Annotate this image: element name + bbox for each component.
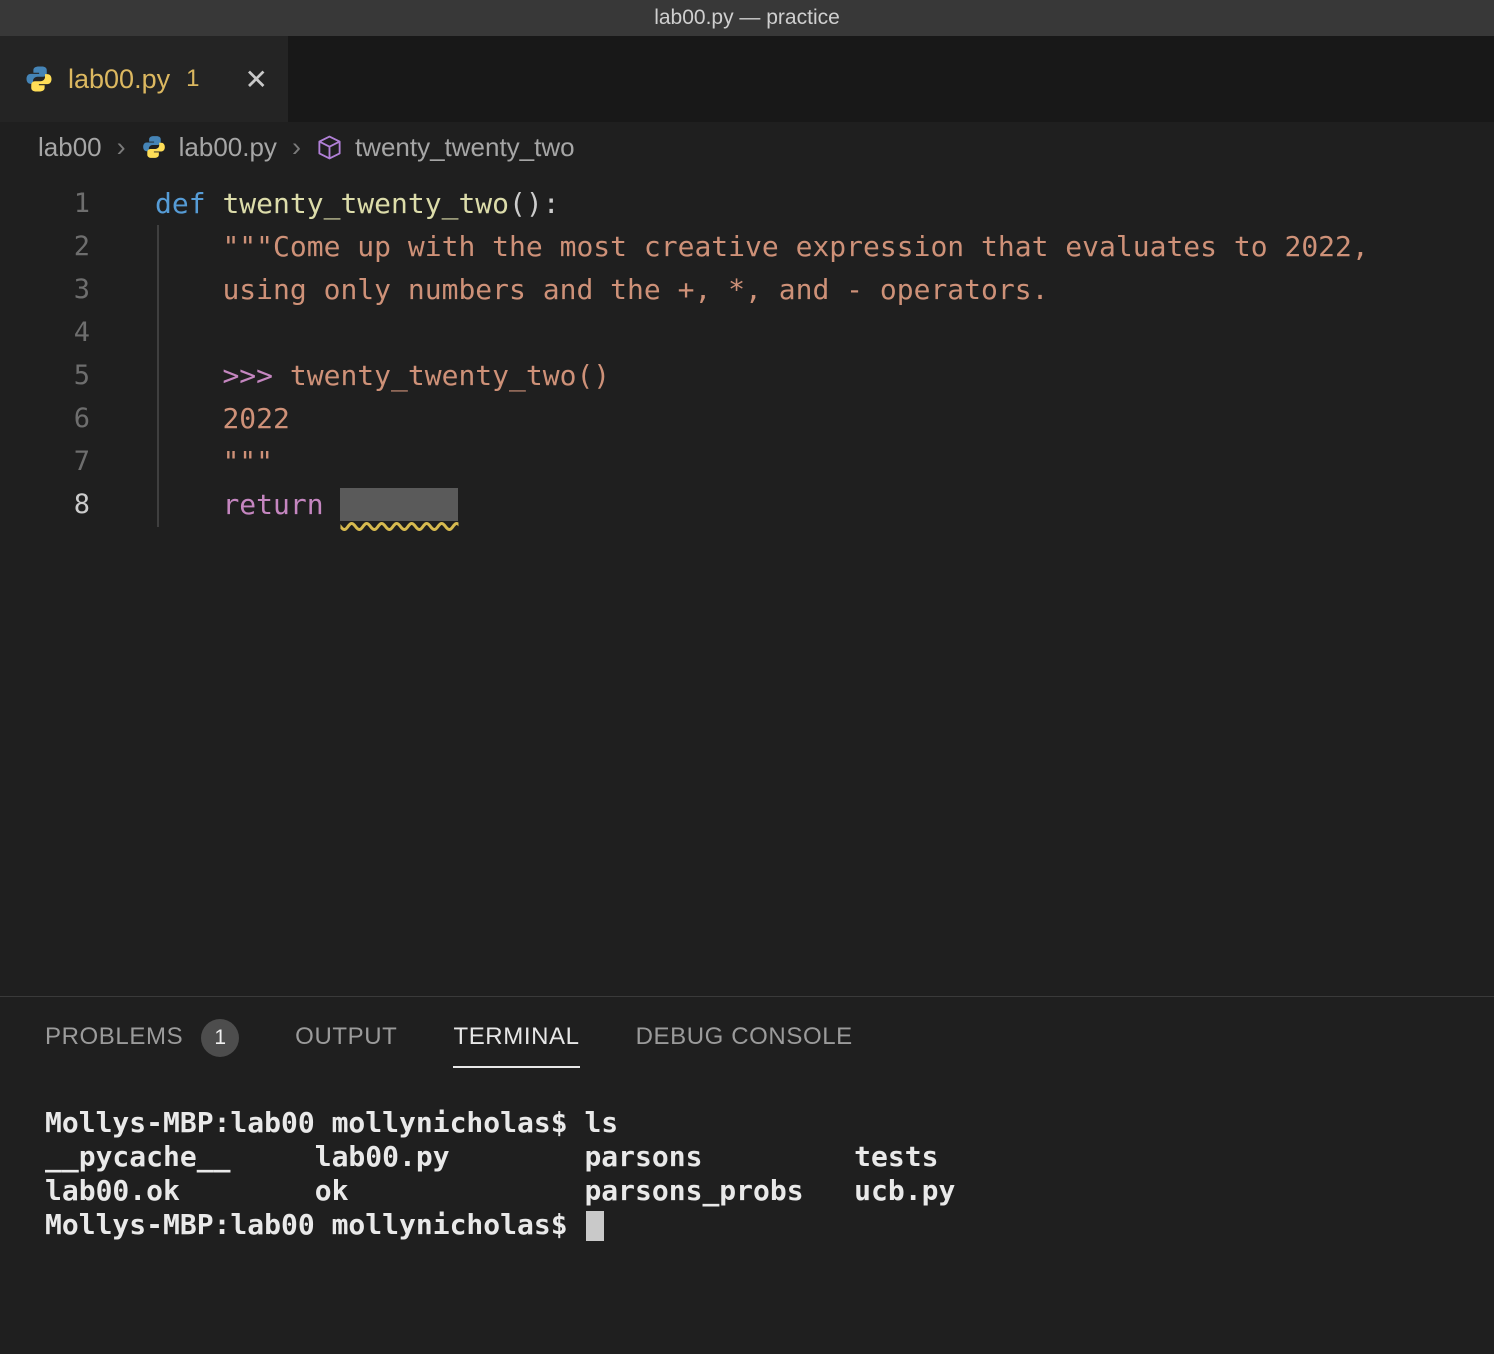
line-number[interactable]: 6 bbox=[0, 397, 90, 440]
panel-tab-label: DEBUG CONSOLE bbox=[636, 1023, 853, 1051]
line-number[interactable]: 7 bbox=[0, 440, 90, 483]
terminal-output[interactable]: Mollys-MBP:lab00 mollynicholas$ ls__pyca… bbox=[45, 1106, 1494, 1242]
code-line[interactable]: 1 def twenty_twenty_two(): bbox=[0, 182, 1494, 225]
code-segment bbox=[155, 230, 222, 263]
panel-tab-output[interactable]: OUTPUT bbox=[295, 1023, 397, 1068]
code-segment: """ bbox=[222, 445, 273, 478]
problems-badge: 1 bbox=[201, 1019, 239, 1057]
editor-lines: 1 def twenty_twenty_two(): 2 """Come up wi… bbox=[0, 182, 1494, 526]
code-segment bbox=[324, 488, 341, 521]
panel-tab-label: TERMINAL bbox=[453, 1023, 579, 1051]
tab-filename: lab00.py bbox=[68, 64, 170, 95]
terminal-line: __pycache__ lab00.py parsons tests bbox=[45, 1140, 1494, 1174]
breadcrumb-file[interactable]: lab00.py bbox=[179, 132, 277, 163]
line-number[interactable]: 4 bbox=[0, 311, 90, 354]
code-line[interactable]: 3 using only numbers and the +, *, and -… bbox=[0, 268, 1494, 311]
editor[interactable]: 1 def twenty_twenty_two(): 2 """Come up wi… bbox=[0, 172, 1494, 996]
code-segment: using only numbers and the +, *, and - o… bbox=[222, 273, 1048, 306]
breadcrumb-folder[interactable]: lab00 bbox=[38, 132, 102, 163]
chevron-right-icon: › bbox=[292, 132, 301, 163]
code-line[interactable]: 8 return bbox=[0, 483, 1494, 526]
code-segment: >>> bbox=[222, 359, 289, 392]
panel-tab-terminal[interactable]: TERMINAL bbox=[453, 1023, 579, 1068]
code-line[interactable]: 6 2022 bbox=[0, 397, 1494, 440]
panel-tab-problems[interactable]: PROBLEMS1 bbox=[45, 1023, 239, 1068]
code-segment bbox=[206, 187, 223, 220]
line-number[interactable]: 3 bbox=[0, 268, 90, 311]
code-line[interactable]: 5 >>> twenty_twenty_two() bbox=[0, 354, 1494, 397]
panel-tab-label: PROBLEMS bbox=[45, 1023, 183, 1051]
terminal-line: lab00.ok ok parsons_probs ucb.py bbox=[45, 1174, 1494, 1208]
code-segment: twenty_twenty_two() bbox=[290, 359, 610, 392]
code-segment bbox=[155, 273, 222, 306]
line-number[interactable]: 5 bbox=[0, 354, 90, 397]
terminal-line: Mollys-MBP:lab00 mollynicholas$ bbox=[45, 1208, 1494, 1242]
code-segment bbox=[155, 488, 222, 521]
panel-tab-debug-console[interactable]: DEBUG CONSOLE bbox=[636, 1023, 853, 1068]
code-line[interactable]: 7 """ bbox=[0, 440, 1494, 483]
python-icon bbox=[24, 64, 54, 94]
error-squiggle bbox=[340, 488, 458, 521]
code-segment: twenty_twenty_two bbox=[222, 187, 509, 220]
breadcrumb: lab00 › lab00.py › twenty_twenty_two bbox=[0, 122, 1494, 172]
code-segment: 2022 bbox=[222, 402, 289, 435]
chevron-right-icon: › bbox=[117, 132, 126, 163]
panel-tabs: PROBLEMS1OUTPUTTERMINALDEBUG CONSOLE bbox=[0, 997, 1494, 1068]
close-icon[interactable]: ✕ bbox=[245, 63, 268, 96]
code-segment: """Come up with the most creative expres… bbox=[222, 230, 1368, 263]
bottom-panel: PROBLEMS1OUTPUTTERMINALDEBUG CONSOLE Mol… bbox=[0, 996, 1494, 1354]
line-number[interactable]: 1 bbox=[0, 182, 90, 225]
panel-tab-label: OUTPUT bbox=[295, 1023, 397, 1051]
code-segment bbox=[155, 445, 222, 478]
tab-lab00-py[interactable]: lab00.py 1 ✕ bbox=[0, 36, 288, 122]
breadcrumb-symbol[interactable]: twenty_twenty_two bbox=[355, 132, 575, 163]
code-segment: def bbox=[155, 187, 206, 220]
code-line[interactable]: 4 bbox=[0, 311, 1494, 354]
code-segment bbox=[155, 402, 222, 435]
tab-problems-count: 1 bbox=[186, 65, 199, 93]
line-number[interactable]: 2 bbox=[0, 225, 90, 268]
window-title: lab00.py — practice bbox=[654, 6, 840, 30]
code-segment: (): bbox=[509, 187, 560, 220]
line-number[interactable]: 8 bbox=[0, 483, 90, 526]
code-segment bbox=[155, 359, 222, 392]
editor-tabbar: lab00.py 1 ✕ bbox=[0, 36, 1494, 122]
terminal-cursor bbox=[586, 1211, 604, 1241]
python-icon bbox=[141, 134, 167, 160]
symbol-function-icon bbox=[316, 134, 343, 161]
terminal-line: Mollys-MBP:lab00 mollynicholas$ ls bbox=[45, 1106, 1494, 1140]
code-segment: return bbox=[222, 488, 323, 521]
code-line[interactable]: 2 """Come up with the most creative expr… bbox=[0, 225, 1494, 268]
window-titlebar[interactable]: lab00.py — practice bbox=[0, 0, 1494, 36]
indent-guide bbox=[157, 225, 159, 527]
